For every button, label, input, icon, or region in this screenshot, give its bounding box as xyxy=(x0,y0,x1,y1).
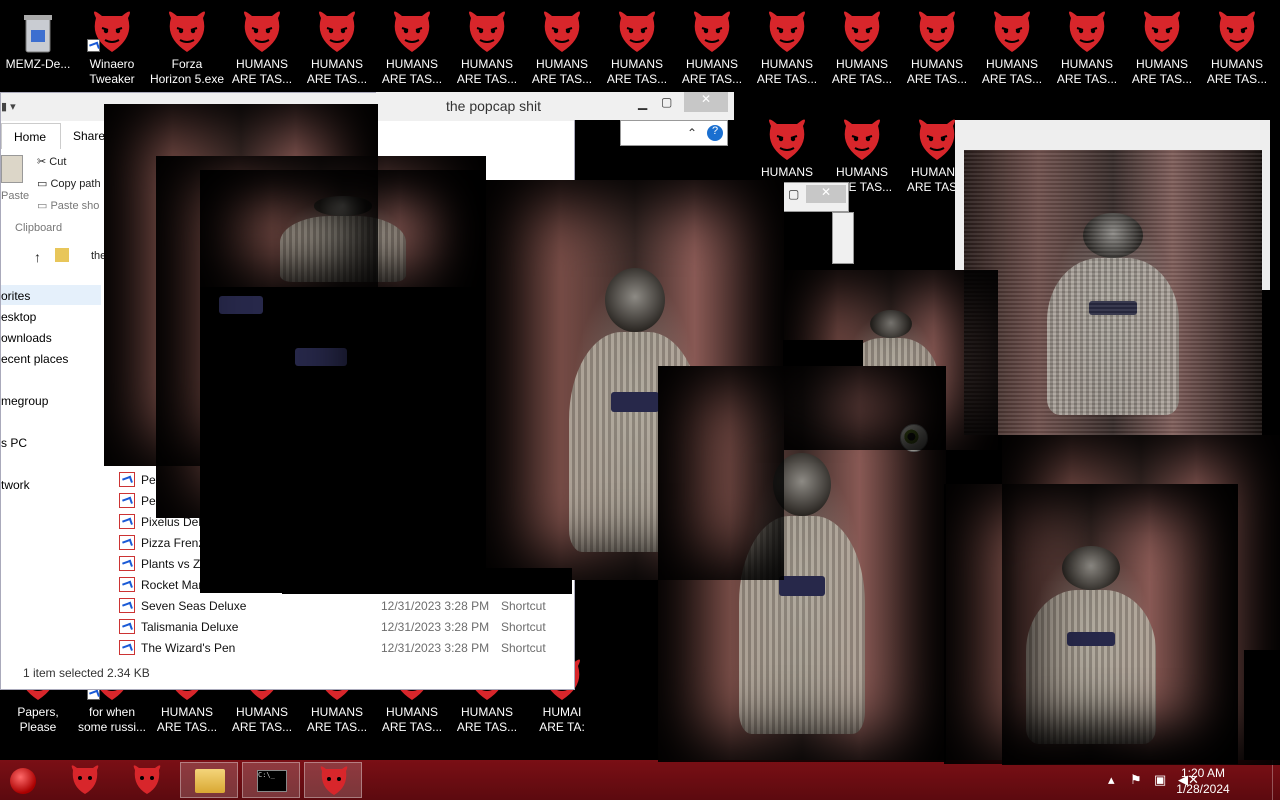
desktop-icon-recycle-bin[interactable]: MEMZ-De... xyxy=(0,0,76,92)
devil-icon xyxy=(838,8,886,56)
nav-desktop[interactable]: esktop xyxy=(1,310,36,324)
nav-homegroup[interactable]: megroup xyxy=(1,394,48,408)
scary-girl-image-tv xyxy=(964,150,1262,435)
file-row[interactable]: Seven Seas Deluxe 12/31/2023 3:28 PM Short… xyxy=(119,595,559,616)
taskbar-humans-app-2[interactable] xyxy=(118,762,176,798)
nav-network[interactable]: twork xyxy=(1,478,30,492)
devil-icon xyxy=(838,116,886,164)
tab-home[interactable]: Home xyxy=(1,123,61,149)
folder-icon-address xyxy=(55,248,69,262)
devil-icon xyxy=(238,8,286,56)
devil-icon xyxy=(71,765,99,794)
cut-button[interactable]: ✂ Cut xyxy=(37,155,66,168)
devil-icon xyxy=(538,8,586,56)
window-fragment-ribbon: ⌃ ? xyxy=(620,120,728,146)
devil-icon xyxy=(133,765,161,794)
devil-icon xyxy=(988,8,1036,56)
nav-downloads[interactable]: ownloads xyxy=(1,331,52,345)
desktop-icon-humans[interactable]: HUMANS ARE TAS... xyxy=(224,0,300,92)
devil-icon xyxy=(913,8,961,56)
nav-recent[interactable]: ecent places xyxy=(1,352,68,366)
file-row[interactable]: Talismania Deluxe 12/31/2023 3:28 PM Short… xyxy=(119,616,559,637)
shortcut-icon xyxy=(119,577,135,592)
desktop-icon-humans[interactable]: HUMANS ARE TAS... xyxy=(449,0,525,92)
devil-icon xyxy=(1213,8,1261,56)
shortcut-icon xyxy=(119,493,135,508)
clock[interactable]: 1:20 AM 1/28/2024 xyxy=(1158,765,1248,797)
shortcut-arrow-icon xyxy=(87,39,100,52)
close-button-2[interactable]: ✕ xyxy=(806,185,846,203)
taskbar-command-prompt[interactable]: C:\_ xyxy=(242,762,300,798)
paste-label[interactable]: Paste xyxy=(1,190,29,202)
shortcut-icon xyxy=(119,640,135,655)
chevron-up-icon[interactable]: ⌃ xyxy=(687,126,697,140)
shortcut-icon xyxy=(119,556,135,571)
folder-icon xyxy=(195,769,225,793)
help-icon[interactable]: ? xyxy=(707,125,723,141)
shortcut-icon xyxy=(119,598,135,613)
shortcut-icon xyxy=(119,619,135,634)
desktop-icon-humans[interactable]: HUMANS ARE TAS... xyxy=(524,0,600,92)
desktop-icon-humans[interactable]: HUMANS ARE TAS... xyxy=(824,0,900,92)
devil-icon xyxy=(763,116,811,164)
nav-this-pc[interactable]: s PC xyxy=(1,436,27,450)
nav-favorites[interactable]: orites xyxy=(1,289,30,303)
scary-girl-image xyxy=(944,484,1238,764)
folder-icon: ▮ ▾ xyxy=(1,101,16,113)
shortcut-icon xyxy=(119,535,135,550)
desktop-icon-humans[interactable]: HUMANS ARE TAS... xyxy=(1049,0,1125,92)
tray-overflow-icon[interactable]: ▴ xyxy=(1108,772,1115,788)
desktop-icon-winaero[interactable]: Winaero Tweaker xyxy=(74,0,150,92)
devil-icon xyxy=(763,8,811,56)
devil-icon xyxy=(1138,8,1186,56)
scary-girl-image xyxy=(200,170,486,290)
window-fragment-controls: ▢ ✕ xyxy=(783,182,849,212)
devil-icon xyxy=(613,8,661,56)
file-row[interactable]: The Wizard's Pen 12/31/2023 3:28 PM Shortc… xyxy=(119,637,559,658)
cmd-icon: C:\_ xyxy=(257,770,287,792)
desktop-icon-humans[interactable]: HUMANS ARE TAS... xyxy=(1124,0,1200,92)
desktop-icon-humans[interactable]: HUMANS ARE TAS... xyxy=(674,0,750,92)
desktop-icon-humans[interactable]: HUMANS ARE TAS... xyxy=(1199,0,1275,92)
recycle-bin-icon xyxy=(14,8,62,56)
scary-girl-image-main xyxy=(658,366,946,762)
window-fragment-titlebar[interactable]: the popcap shit ▁ ▢ ✕ xyxy=(376,92,734,120)
paste-shortcut-button[interactable]: ▭ Paste sho xyxy=(37,199,99,212)
shortcut-icon xyxy=(119,472,135,487)
show-desktop-button[interactable] xyxy=(1272,760,1280,800)
devil-icon xyxy=(388,8,436,56)
maximize-button-2[interactable]: ▢ xyxy=(788,187,799,201)
desktop-icon-humans[interactable]: HUMANS ARE TAS... xyxy=(599,0,675,92)
devil-icon xyxy=(688,8,736,56)
desktop-icon-forza[interactable]: Forza Horizon 5.exe xyxy=(149,0,225,92)
maximize-button[interactable]: ▢ xyxy=(661,95,672,109)
desktop-icon-humans[interactable]: HUMANS ARE TAS... xyxy=(374,0,450,92)
devil-icon xyxy=(320,766,348,795)
forza-icon xyxy=(163,8,211,56)
desktop-icon-humans[interactable]: HUMANS ARE TAS... xyxy=(899,0,975,92)
close-button[interactable]: ✕ xyxy=(684,92,728,112)
taskbar-humans-app-3[interactable] xyxy=(304,762,362,798)
start-button[interactable] xyxy=(10,768,36,794)
desktop-icon-humans[interactable]: HUMANS ARE TAS... xyxy=(749,0,825,92)
devil-icon xyxy=(1063,8,1111,56)
status-bar: 1 item selected 2.34 KB xyxy=(23,666,150,680)
taskbar-humans-app[interactable] xyxy=(56,762,114,798)
clipboard-group-label: Clipboard xyxy=(15,222,63,234)
taskbar-file-explorer[interactable] xyxy=(180,762,238,798)
scrollbar-fragment[interactable] xyxy=(832,212,854,264)
desktop-icon-humans[interactable]: HUMANS ARE TAS... xyxy=(299,0,375,92)
devil-icon xyxy=(913,116,961,164)
copy-path-button[interactable]: ▭ Copy path xyxy=(37,177,101,190)
up-arrow-icon[interactable]: ↑ xyxy=(34,249,41,265)
desktop-icon-humans[interactable]: HUMANS ARE TAS... xyxy=(974,0,1050,92)
devil-icon xyxy=(313,8,361,56)
devil-icon xyxy=(463,8,511,56)
taskbar: C:\_ ▴ ⚑ ▣ ◀✕ 1:20 AM 1/28/2024 xyxy=(0,760,1280,800)
paste-icon[interactable] xyxy=(1,155,23,183)
minimize-button[interactable]: ▁ xyxy=(638,96,647,110)
action-center-flag-icon[interactable]: ⚑ xyxy=(1130,772,1142,788)
shortcut-icon xyxy=(119,514,135,529)
